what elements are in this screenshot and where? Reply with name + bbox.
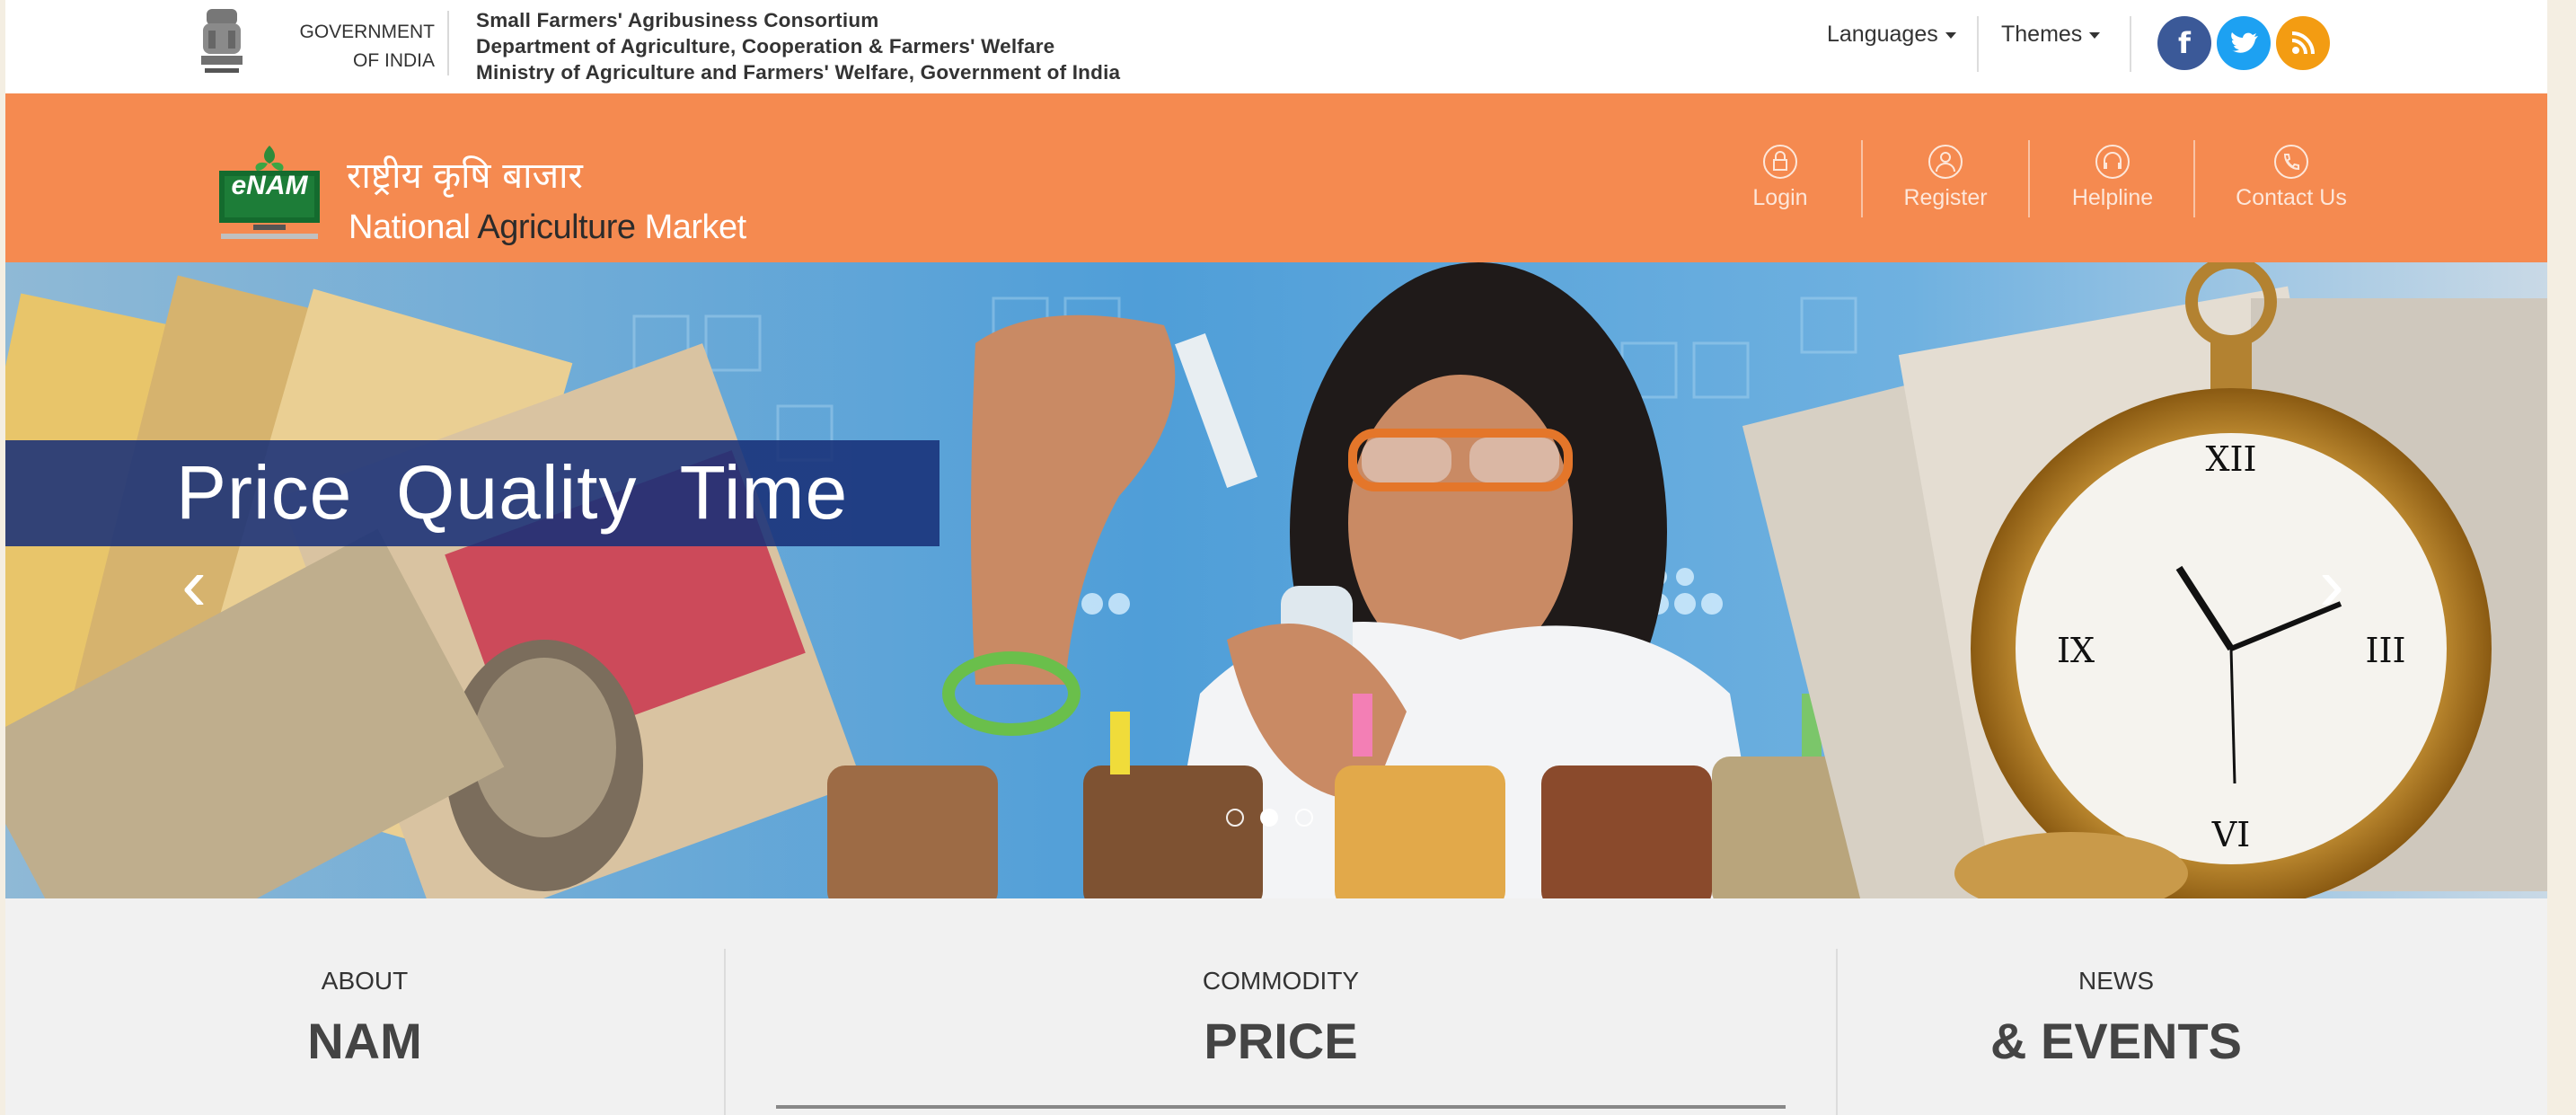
government-header: GOVERNMENT OF INDIA Small Farmers' Agrib… [5, 0, 2547, 94]
carousel-dot-1[interactable] [1226, 809, 1244, 827]
carousel-dot-3[interactable] [1294, 809, 1313, 827]
divider [2028, 140, 2030, 217]
tile-news-events[interactable]: NEWS & EVENTS [1838, 898, 2395, 1115]
divider [1861, 140, 1863, 217]
svg-text:III: III [2365, 631, 2405, 670]
carousel-dot-2[interactable] [1260, 809, 1279, 827]
active-tab-underline [776, 1105, 1786, 1109]
national-emblem-icon [201, 9, 243, 73]
divider [447, 11, 449, 75]
carousel-prev-arrow[interactable]: ‹ [167, 546, 221, 622]
tile-about-nam[interactable]: ABOUT NAM [5, 898, 724, 1115]
divider [2130, 16, 2131, 72]
slide-caption: Price Quality Time [176, 450, 849, 535]
nav-register[interactable]: Register [1892, 144, 1999, 211]
tile-commodity-price[interactable]: COMMODITY PRICE [726, 898, 1836, 1115]
brand-name-english: National Agriculture Market [348, 208, 746, 246]
nav-helpline[interactable]: Helpline [2059, 144, 2166, 211]
page: GOVERNMENT OF INDIA Small Farmers' Agrib… [5, 0, 2547, 1115]
brand-name-hindi: राष्ट्रीय कृषि बाजार [347, 155, 583, 197]
divider [2193, 140, 2195, 217]
carousel-indicators [1220, 809, 1319, 831]
hero-image: XII III VI IX [5, 262, 2547, 898]
main-navbar: eNAM राष्ट्रीय कृषि बाजार National Agric… [5, 93, 2547, 262]
carousel-next-arrow[interactable]: › [2305, 546, 2359, 622]
caret-down-icon [2089, 31, 2101, 39]
phone-icon [2274, 145, 2308, 179]
headset-icon [2095, 145, 2130, 179]
nav-contact-us[interactable]: Contact Us [2224, 144, 2359, 211]
rss-icon[interactable] [2276, 16, 2330, 70]
user-icon [1928, 145, 1963, 179]
government-of-india-label: GOVERNMENT OF INDIA [299, 22, 435, 71]
svg-text:IX: IX [2057, 631, 2095, 670]
twitter-icon[interactable] [2217, 16, 2271, 70]
languages-dropdown[interactable]: Languages [1827, 22, 1956, 48]
divider [1977, 16, 1979, 72]
svg-text:VI: VI [2211, 815, 2250, 854]
hero-carousel: XII III VI IX Price Quality Time ‹ › [5, 262, 2547, 898]
consortium-info: Small Farmers' Agribusiness Consortium D… [476, 9, 1121, 84]
quick-links: ABOUT NAM COMMODITY PRICE NEWS & EVENTS [5, 898, 2547, 1115]
lock-icon [1763, 145, 1797, 179]
facebook-icon[interactable]: f [2157, 16, 2211, 70]
logo-text: eNAM [231, 171, 308, 200]
caret-down-icon [1945, 31, 1956, 39]
svg-text:XII: XII [2205, 439, 2256, 479]
themes-dropdown[interactable]: Themes [2001, 22, 2101, 48]
nav-login[interactable]: Login [1726, 144, 1834, 211]
